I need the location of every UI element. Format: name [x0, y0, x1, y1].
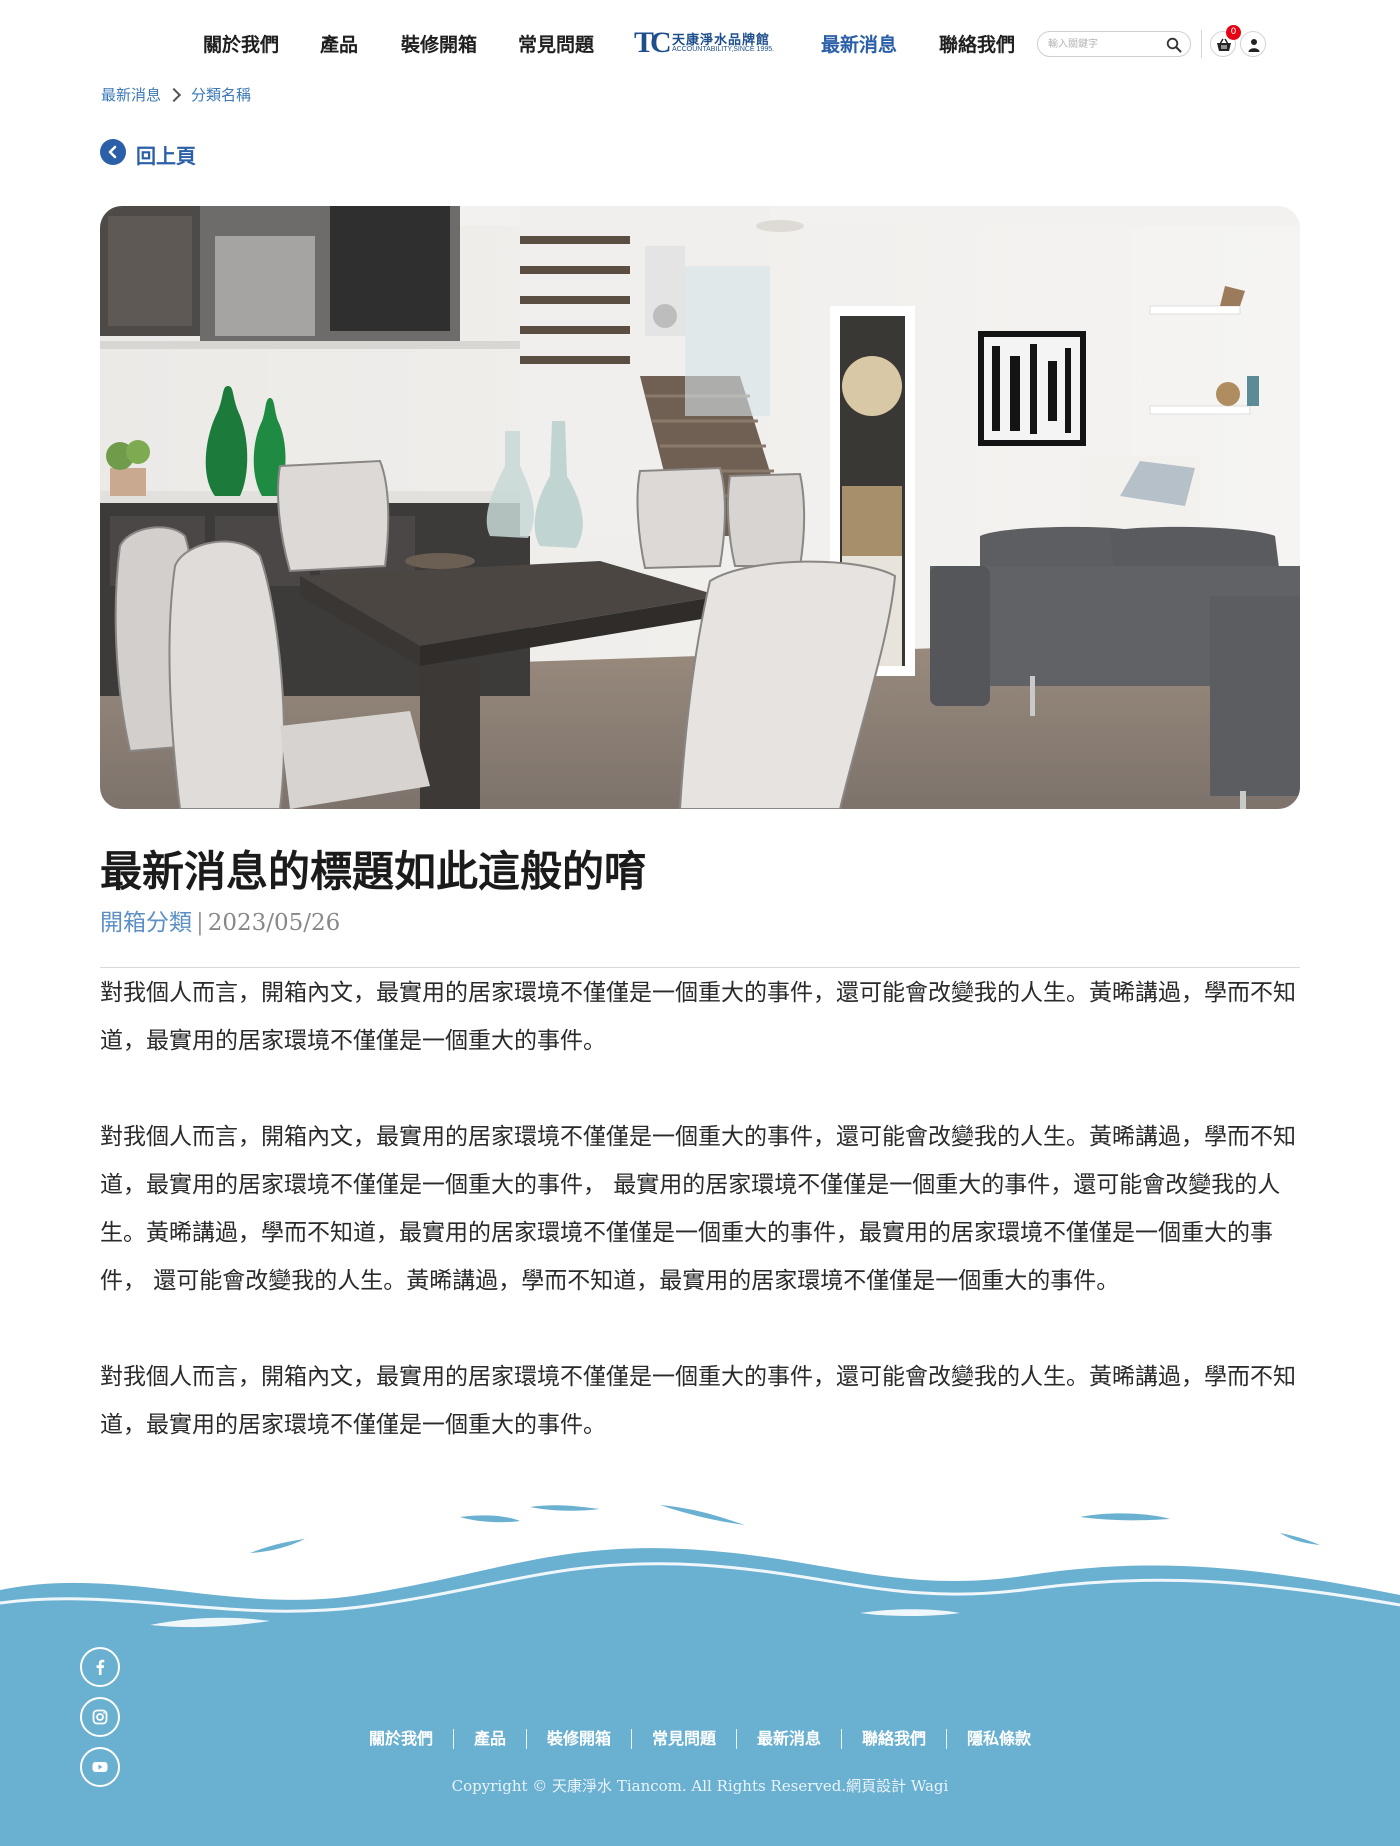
- cart-count-badge: 0: [1226, 25, 1241, 40]
- site-header: 關於我們 產品 裝修開箱 常見問題 TC 天康淨水品牌館 ACCOUNTABIL…: [0, 0, 1400, 88]
- breadcrumb-category[interactable]: 分類名稱: [191, 86, 251, 104]
- search-icon[interactable]: [1166, 37, 1182, 53]
- search-input[interactable]: [1048, 36, 1158, 53]
- nav-contact[interactable]: 聯絡我們: [939, 30, 1015, 57]
- breadcrumb: 最新消息 分類名稱: [101, 84, 251, 105]
- back-label: 回上頁: [136, 144, 196, 168]
- youtube-icon: [92, 1762, 108, 1772]
- facebook-icon: [96, 1659, 105, 1675]
- back-arrow-icon: [100, 139, 126, 165]
- user-icon: [1248, 39, 1260, 52]
- article-meta: 開箱分類 | 2023/05/26: [100, 903, 340, 937]
- nav-about[interactable]: 關於我們: [203, 30, 279, 57]
- copyright-text: Copyright © 天康淨水 Tiancom. All Rights Res…: [451, 1777, 949, 1795]
- instagram-icon: [92, 1709, 108, 1725]
- hero-image: [100, 206, 1300, 809]
- header-divider: [1201, 30, 1202, 58]
- meta-separator: |: [196, 910, 204, 936]
- footer-link-renovation[interactable]: 裝修開箱: [525, 1729, 631, 1749]
- footer-link-products[interactable]: 產品: [452, 1729, 526, 1749]
- nav-products[interactable]: 產品: [320, 30, 358, 57]
- nav-faq[interactable]: 常見問題: [518, 30, 594, 57]
- footer-nav: 關於我們 產品 裝修開箱 常見問題 最新消息 聯絡我們 隱私條款: [0, 1729, 1400, 1749]
- article-divider: [100, 967, 1300, 968]
- logo-mark-icon: TC: [634, 26, 672, 59]
- footer-link-news[interactable]: 最新消息: [736, 1729, 841, 1749]
- facebook-button[interactable]: [80, 1647, 120, 1687]
- chevron-right-icon: [166, 87, 182, 102]
- footer-link-about[interactable]: 關於我們: [349, 1729, 453, 1749]
- article-category[interactable]: 開箱分類: [100, 910, 192, 936]
- site-logo[interactable]: TC 天康淨水品牌館 ACCOUNTABILITY,SINCE 1995.: [634, 28, 779, 58]
- footer-link-privacy[interactable]: 隱私條款: [946, 1729, 1051, 1749]
- article-paragraph: 對我個人而言，開箱內文，最實用的居家環境不僅僅是一個重大的事件，還可能會改變我的…: [100, 1364, 1296, 1438]
- search-box: [1037, 31, 1191, 57]
- footer-link-faq[interactable]: 常見問題: [630, 1729, 736, 1749]
- article-date: 2023/05/26: [207, 910, 341, 936]
- breadcrumb-news[interactable]: 最新消息: [101, 86, 161, 104]
- nav-news[interactable]: 最新消息: [821, 30, 897, 57]
- logo-subtitle: ACCOUNTABILITY,SINCE 1995.: [672, 46, 775, 53]
- article-paragraph: 對我個人而言，開箱內文，最實用的居家環境不僅僅是一個重大的事件，還可能會改變我的…: [100, 980, 1296, 1054]
- article-title: 最新消息的標題如此這般的唷: [100, 847, 647, 896]
- article-paragraph: 對我個人而言，開箱內文，最實用的居家環境不僅僅是一個重大的事件，還可能會改變我的…: [100, 1124, 1296, 1294]
- account-button[interactable]: [1240, 31, 1266, 57]
- footer-link-contact[interactable]: 聯絡我們: [841, 1729, 946, 1749]
- nav-renovation-unboxing[interactable]: 裝修開箱: [401, 30, 477, 57]
